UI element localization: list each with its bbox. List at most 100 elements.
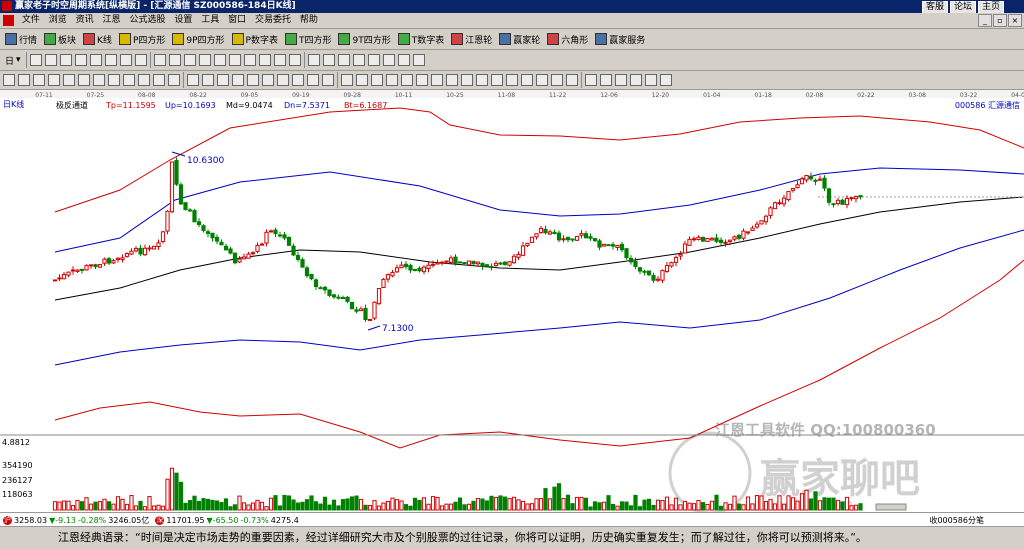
draw-tool-icon[interactable] (386, 74, 398, 86)
draw-tool-icon[interactable] (566, 74, 578, 86)
tool-icon[interactable] (104, 54, 117, 66)
menu-file[interactable]: 文件 (19, 13, 43, 28)
menu-trade[interactable]: 交易委托 (252, 13, 294, 28)
tool-icon[interactable] (273, 54, 286, 66)
tool-icon[interactable] (29, 54, 42, 66)
menu-gann[interactable]: 江恩 (100, 13, 124, 28)
scrollbar[interactable] (875, 503, 907, 511)
tool-icon[interactable] (288, 54, 301, 66)
draw-tool-icon[interactable] (600, 74, 612, 86)
draw-tool-icon[interactable] (431, 74, 443, 86)
p-square-button[interactable]: P四方形 (117, 31, 167, 47)
kline-chart[interactable]: 07-11 07-25 08-08 08-22 09-05 09-19 09-28 10-11… (0, 90, 1024, 515)
draw-tool-icon[interactable] (356, 74, 368, 86)
p-number-table-button[interactable]: P数字表 (230, 31, 280, 47)
draw-tool-icon[interactable] (277, 74, 289, 86)
draw-tool-icon[interactable] (615, 74, 627, 86)
draw-tool-icon[interactable] (585, 74, 597, 86)
minimize-icon[interactable]: _ (978, 14, 992, 27)
ticks-label[interactable]: 收000586分笔 (929, 515, 984, 526)
draw-tool-icon[interactable] (48, 74, 60, 86)
9t-square-button[interactable]: 9T四方形 (336, 31, 392, 47)
draw-tool-icon[interactable] (292, 74, 304, 86)
draw-tool-icon[interactable] (63, 74, 75, 86)
draw-tool-icon[interactable] (232, 74, 244, 86)
menu-settings[interactable]: 设置 (171, 13, 195, 28)
draw-tool-icon[interactable] (536, 74, 548, 86)
tool-icon[interactable] (397, 54, 410, 66)
draw-tool-icon[interactable] (262, 74, 274, 86)
tool-icon[interactable] (89, 54, 102, 66)
tool-icon[interactable] (337, 54, 350, 66)
draw-tool-icon[interactable] (307, 74, 319, 86)
hexagon-button[interactable]: 六角形 (545, 31, 590, 47)
draw-tool-icon[interactable] (521, 74, 533, 86)
draw-tool-icon[interactable] (168, 74, 180, 86)
winner-wheel-button[interactable]: 赢家轮 (497, 31, 542, 47)
tool-icon[interactable] (213, 54, 226, 66)
chart-area[interactable]: 07-11 07-25 08-08 08-22 09-05 09-19 09-28 10-11… (0, 89, 1024, 515)
sz-index-indicator[interactable]: 深 11701.95 ▼-65.50 -0.73% 4275.4 (155, 515, 299, 525)
tool-icon[interactable] (412, 54, 425, 66)
tool-icon[interactable] (382, 54, 395, 66)
draw-tool-icon[interactable] (78, 74, 90, 86)
draw-tool-icon[interactable] (322, 74, 334, 86)
draw-tool-icon[interactable] (630, 74, 642, 86)
draw-tool-icon[interactable] (461, 74, 473, 86)
tool-icon[interactable] (352, 54, 365, 66)
close-icon[interactable]: × (1008, 14, 1022, 27)
tool-icon[interactable] (74, 54, 87, 66)
draw-tool-icon[interactable] (18, 74, 30, 86)
draw-tool-icon[interactable] (187, 74, 199, 86)
quotes-button[interactable]: 行情 (3, 31, 39, 47)
tool-icon[interactable] (168, 54, 181, 66)
draw-tool-icon[interactable] (341, 74, 353, 86)
draw-tool-icon[interactable] (446, 74, 458, 86)
draw-tool-icon[interactable] (476, 74, 488, 86)
tool-icon[interactable] (119, 54, 132, 66)
draw-tool-icon[interactable] (491, 74, 503, 86)
winner-service-button[interactable]: 赢家服务 (593, 31, 647, 47)
tool-icon[interactable] (153, 54, 166, 66)
restore-icon[interactable]: ▫ (993, 14, 1007, 27)
draw-tool-icon[interactable] (202, 74, 214, 86)
draw-tool-icon[interactable] (371, 74, 383, 86)
draw-tool-icon[interactable] (247, 74, 259, 86)
draw-tool-icon[interactable] (660, 74, 672, 86)
menu-tools[interactable]: 工具 (198, 13, 222, 28)
draw-tool-icon[interactable] (217, 74, 229, 86)
menu-browse[interactable]: 浏览 (46, 13, 70, 28)
menu-window[interactable]: 窗口 (225, 13, 249, 28)
draw-tool-icon[interactable] (401, 74, 413, 86)
t-square-button[interactable]: T四方形 (283, 31, 334, 47)
9p-square-button[interactable]: 9P四方形 (170, 31, 226, 47)
draw-tool-icon[interactable] (506, 74, 518, 86)
tool-icon[interactable] (243, 54, 256, 66)
menu-info[interactable]: 资讯 (73, 13, 97, 28)
menu-help[interactable]: 帮助 (297, 13, 321, 28)
period-select[interactable]: 日 ▾ (3, 52, 23, 68)
tool-icon[interactable] (183, 54, 196, 66)
tool-icon[interactable] (228, 54, 241, 66)
draw-tool-icon[interactable] (153, 74, 165, 86)
tool-icon[interactable] (367, 54, 380, 66)
draw-tool-icon[interactable] (3, 74, 15, 86)
tool-icon[interactable] (44, 54, 57, 66)
tool-icon[interactable] (59, 54, 72, 66)
menu-formula[interactable]: 公式选股 (126, 13, 168, 28)
draw-tool-icon[interactable] (551, 74, 563, 86)
tool-icon[interactable] (322, 54, 335, 66)
gann-wheel-button[interactable]: 江恩轮 (449, 31, 494, 47)
draw-tool-icon[interactable] (138, 74, 150, 86)
draw-tool-icon[interactable] (93, 74, 105, 86)
tool-icon[interactable] (307, 54, 320, 66)
draw-tool-icon[interactable] (645, 74, 657, 86)
draw-tool-icon[interactable] (33, 74, 45, 86)
tool-icon[interactable] (258, 54, 271, 66)
draw-tool-icon[interactable] (123, 74, 135, 86)
draw-tool-icon[interactable] (416, 74, 428, 86)
t-number-table-button[interactable]: T数字表 (396, 31, 447, 47)
tool-icon[interactable] (198, 54, 211, 66)
kline-button[interactable]: K线 (81, 31, 114, 47)
draw-tool-icon[interactable] (108, 74, 120, 86)
